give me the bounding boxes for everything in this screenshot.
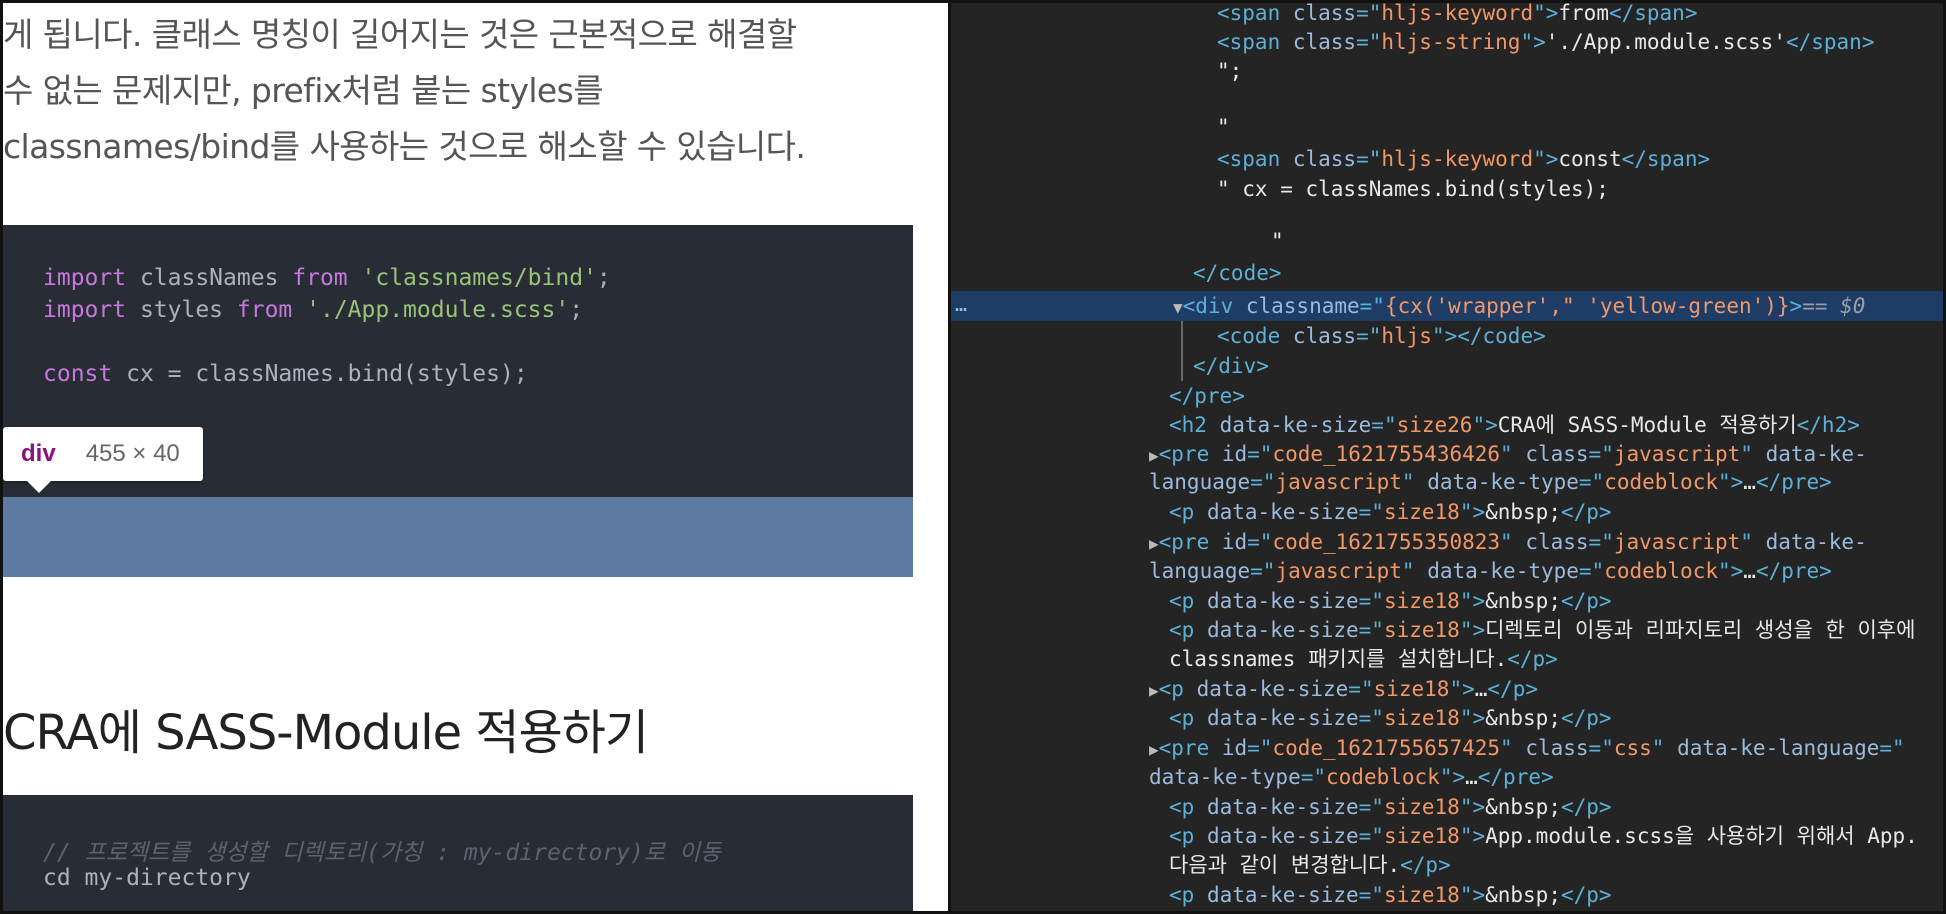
dom-node[interactable]: </div> bbox=[1193, 352, 1269, 380]
dom-node-continued[interactable]: language="javascript" data-ke-type="code… bbox=[1149, 557, 1832, 585]
article-panel: 게 됩니다. 클래스 명칭이 길어지는 것은 근본적으로 해결할 수 없는 문제… bbox=[0, 0, 948, 914]
element-inspector-tooltip: div 455 × 40 bbox=[3, 427, 203, 493]
dom-node[interactable]: ▶<pre id="code_1621755436426" class="jav… bbox=[1149, 440, 1867, 468]
dom-node[interactable]: <p data-ke-size="size18">&nbsp;</p> bbox=[1169, 793, 1612, 821]
dom-node-continued[interactable]: classnames 패키지를 설치합니다.</p> bbox=[1169, 645, 1558, 673]
dom-node-continued[interactable]: data-ke-type="codeblock">…</pre> bbox=[1149, 763, 1554, 791]
expand-triangle-icon[interactable]: ▶ bbox=[1149, 740, 1159, 759]
dom-node[interactable]: <p data-ke-size="size18">&nbsp;</p> bbox=[1169, 704, 1612, 732]
code-comment: // 프로젝트를 생성할 디렉토리(가칭 : my-directory)로 이동 bbox=[43, 840, 722, 866]
selected-node-marker: == $0 bbox=[1802, 294, 1866, 318]
tree-guide-line bbox=[1181, 321, 1183, 381]
code-line: const cx = classNames.bind(styles); bbox=[43, 361, 528, 387]
dom-node[interactable]: <p data-ke-size="size18">App.module.scss… bbox=[1169, 822, 1918, 850]
dom-node[interactable]: <code class="hljs"></code> bbox=[1217, 322, 1546, 350]
expand-triangle-icon[interactable]: ▶ bbox=[1149, 534, 1159, 553]
dom-node[interactable]: <span class="hljs-keyword">from</span> bbox=[1217, 3, 1697, 27]
tooltip-tag-name: div bbox=[21, 440, 56, 467]
dom-node[interactable]: ▶<pre id="code_1621755657425" class="css… bbox=[1149, 734, 1905, 762]
dom-text-node[interactable]: " cx = classNames.bind(styles); bbox=[1217, 175, 1609, 203]
expand-triangle-icon[interactable]: ▶ bbox=[1149, 446, 1159, 465]
dom-node[interactable]: <p data-ke-size="size18">&nbsp;</p> bbox=[1169, 587, 1612, 615]
dom-node-continued[interactable]: 다음과 같이 변경합니다.</p> bbox=[1169, 851, 1451, 879]
dom-node[interactable]: </code> bbox=[1193, 259, 1282, 287]
dom-text-node[interactable]: " bbox=[1217, 113, 1230, 141]
paragraph-line: 게 됩니다. 클래스 명칭이 길어지는 것은 근본적으로 해결할 bbox=[3, 15, 797, 54]
dom-node[interactable]: <p data-ke-size="size18">&nbsp;</p> bbox=[1169, 498, 1612, 526]
dom-node-continued[interactable]: language="javascript" data-ke-type="code… bbox=[1149, 468, 1832, 496]
dom-node[interactable]: ▶<pre id="code_1621755350823" class="jav… bbox=[1149, 528, 1867, 556]
dom-node[interactable]: </pre> bbox=[1169, 382, 1245, 410]
expand-triangle-icon[interactable]: ▶ bbox=[1149, 681, 1159, 700]
dom-node[interactable]: ▶<p data-ke-size="size18">…</p> bbox=[1149, 675, 1538, 703]
paragraph-line: 수 없는 문제지만, prefix처럼 붙는 styles를 bbox=[3, 71, 604, 110]
paragraph-line: classnames/bind를 사용하는 것으로 해소할 수 있습니다. bbox=[3, 127, 806, 166]
dom-text-node[interactable]: " bbox=[1271, 227, 1284, 255]
expand-triangle-icon[interactable]: ▼ bbox=[1173, 298, 1183, 317]
code-block: // 프로젝트를 생성할 디렉토리(가칭 : my-directory)로 이동… bbox=[3, 795, 913, 911]
more-options-icon[interactable]: … bbox=[955, 291, 967, 317]
selected-dom-node[interactable]: ▼<div classname="{cx('wrapper'," 'yellow… bbox=[1173, 292, 1865, 320]
tooltip-dimensions: 455 × 40 bbox=[85, 440, 180, 467]
dom-node[interactable]: <h2 data-ke-size="size26">CRA에 SASS-Modu… bbox=[1169, 411, 1860, 439]
dom-node[interactable]: <p data-ke-size="size18">&nbsp;</p> bbox=[1169, 881, 1612, 909]
code-line: cd my-directory bbox=[43, 865, 251, 891]
dom-node[interactable]: <p data-ke-size="size18">디렉토리 이동과 리파지토리 … bbox=[1169, 616, 1915, 644]
inspected-element-highlight bbox=[3, 497, 913, 577]
dom-text-node[interactable]: "; bbox=[1217, 57, 1242, 85]
article-paragraph: 게 됩니다. 클래스 명칭이 길어지는 것은 근본적으로 해결할 수 없는 문제… bbox=[3, 7, 933, 175]
dom-node[interactable]: <span class="hljs-keyword">const</span> bbox=[1217, 145, 1710, 173]
devtools-elements-panel: … <span class="hljs-keyword">from</span>… bbox=[948, 0, 1946, 914]
code-line: import classNames from 'classnames/bind'… bbox=[43, 265, 611, 291]
section-heading: CRA에 SASS-Module 적용하기 bbox=[3, 705, 649, 761]
dom-node[interactable]: <span class="hljs-string">'./App.module.… bbox=[1217, 28, 1874, 56]
code-line: import styles from './App.module.scss'; bbox=[43, 297, 584, 323]
